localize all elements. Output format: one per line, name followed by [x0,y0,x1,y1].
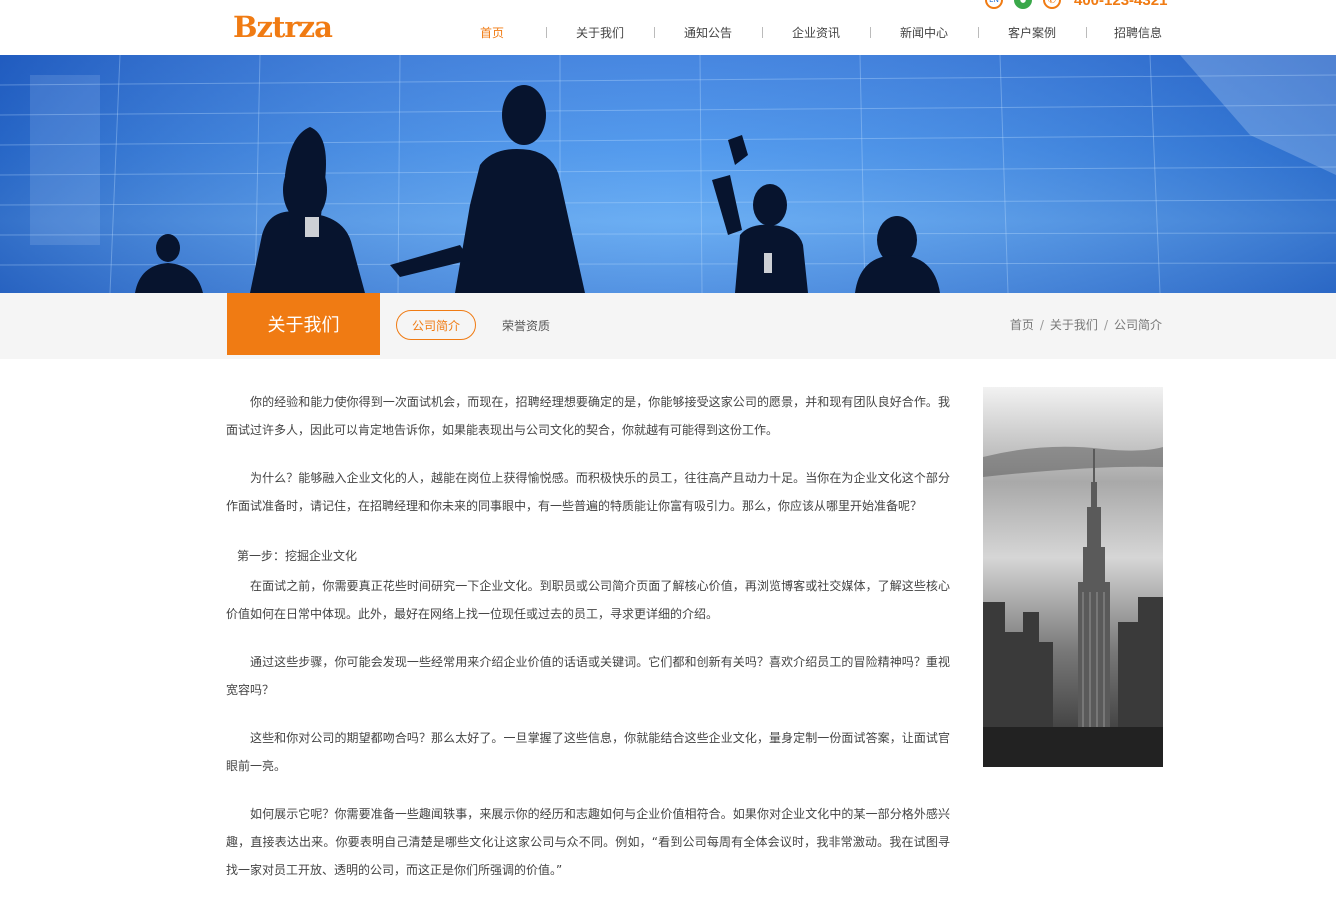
top-contacts: EN ● ✆ 400-123-4321 [985,0,1167,9]
phone-number: 400-123-4321 [1074,0,1168,9]
breadcrumb-separator: / [1103,318,1108,332]
breadcrumb: 首页 / 关于我们 / 公司简介 [1010,316,1162,333]
nav-recruitment[interactable]: 招聘信息 [1114,24,1162,41]
banner-illustration [0,55,1336,293]
article-paragraph: 通过这些步骤，你可能会发现一些经常用来介绍企业价值的话语或关键词。它们都和创新有… [226,655,950,697]
nav-divider [978,27,979,38]
article-paragraph: 如何展示它呢？你需要准备一些趣闻轶事，来展示你的经历和志趣如何与企业价值相符合。… [226,807,950,877]
nav-divider [654,27,655,38]
article-paragraph: 为什么？能够融入企业文化的人，越能在岗位上获得愉悦感。而积极快乐的员工，往往高产… [226,471,950,513]
nav-cases[interactable]: 客户案例 [1008,24,1056,41]
tab-honors[interactable]: 荣誉资质 [490,310,562,340]
nav-divider [1086,27,1087,38]
breadcrumb-home[interactable]: 首页 [1010,318,1034,332]
site-header: Bztrza EN ● ✆ 400-123-4321 首页 关于我们 通知公告 … [0,0,1336,55]
article-paragraph: 这些和你对公司的期望都吻合吗？那么太好了。一旦掌握了这些信息，你就能结合这些企业… [226,731,950,773]
phone-icon: ✆ [1043,0,1061,9]
main-nav: 首页 关于我们 通知公告 企业资讯 新闻中心 客户案例 招聘信息 [0,24,1336,42]
english-language-icon[interactable]: EN [985,0,1003,9]
city-skyline-image [983,387,1163,767]
nav-notices[interactable]: 通知公告 [684,24,732,41]
nav-about[interactable]: 关于我们 [576,24,624,41]
breadcrumb-current: 公司简介 [1113,318,1162,332]
breadcrumb-about[interactable]: 关于我们 [1050,318,1098,332]
nav-home[interactable]: 首页 [480,24,504,41]
article-content: 你的经验和能力使你得到一次面试机会，而现在，招聘经理想要确定的是，你能够接受这家… [226,388,950,904]
hero-banner [0,55,1336,293]
tab-company-profile[interactable]: 公司简介 [396,310,476,340]
nav-enterprise-info[interactable]: 企业资讯 [792,24,840,41]
skyline-illustration [983,387,1163,767]
nav-divider [762,27,763,38]
wechat-icon[interactable]: ● [1014,0,1032,9]
nav-news[interactable]: 新闻中心 [900,24,948,41]
article-subheading: 第一步：挖掘企业文化 [237,549,358,563]
breadcrumb-separator: / [1039,318,1044,332]
nav-divider [870,27,871,38]
article-paragraph: 在面试之前，你需要真正花些时间研究一下企业文化。到职员或公司简介页面了解核心价值… [226,579,950,621]
article-paragraph: 你的经验和能力使你得到一次面试机会，而现在，招聘经理想要确定的是，你能够接受这家… [226,395,950,437]
nav-divider [546,27,547,38]
section-title: 关于我们 [227,293,380,355]
